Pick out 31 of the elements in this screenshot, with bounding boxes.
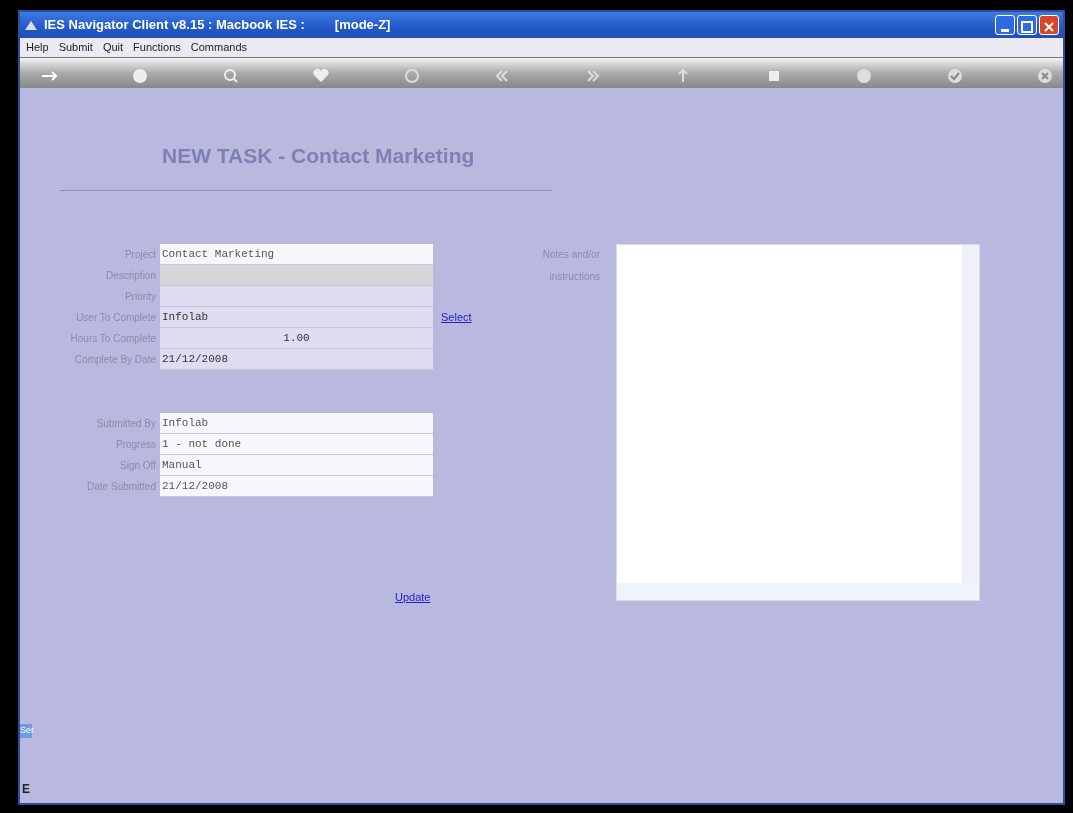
minimize-button[interactable] xyxy=(995,15,1015,35)
input-field[interactable]: Infolab xyxy=(160,412,433,434)
input-field[interactable]: Contact Marketing xyxy=(160,243,433,265)
maximize-button[interactable] xyxy=(1017,15,1037,35)
input-field[interactable]: 1.00 xyxy=(160,327,433,349)
input-field[interactable] xyxy=(160,285,433,307)
page-heading: NEW TASK - Contact Marketing xyxy=(162,143,476,169)
input-field[interactable]: 1 - not done xyxy=(160,433,433,455)
close-icon xyxy=(1043,20,1055,33)
input-field[interactable]: Infolab xyxy=(160,306,433,328)
menu-item[interactable]: Quit xyxy=(102,39,124,56)
update-link[interactable]: Update xyxy=(395,588,431,605)
window-title: IES Navigator Client v8.15 : Macbook IES : xyxy=(44,16,305,35)
notes-field[interactable] xyxy=(616,243,980,601)
mode-label: [mode-Z] xyxy=(334,16,391,35)
menu-item[interactable]: Commands xyxy=(190,39,247,56)
menu-item[interactable]: Help xyxy=(26,39,49,56)
maximize-icon xyxy=(1021,20,1033,33)
horizontal-scrollbar[interactable] xyxy=(617,582,979,600)
vertical-scrollbar[interactable] xyxy=(962,244,979,583)
select-link[interactable]: Select xyxy=(441,308,472,326)
input-field[interactable] xyxy=(160,264,433,286)
input-field[interactable]: Manual xyxy=(160,454,433,476)
input-field[interactable]: 21/12/2008 xyxy=(160,475,433,497)
side-letter: E xyxy=(22,781,30,798)
app-icon xyxy=(24,19,38,31)
input-field[interactable]: 21/12/2008 xyxy=(160,348,433,370)
menu-item[interactable]: Submit xyxy=(58,39,93,56)
minimize-icon xyxy=(1001,29,1009,33)
close-button[interactable] xyxy=(1039,15,1059,35)
menu-item[interactable]: Functions xyxy=(133,39,181,56)
